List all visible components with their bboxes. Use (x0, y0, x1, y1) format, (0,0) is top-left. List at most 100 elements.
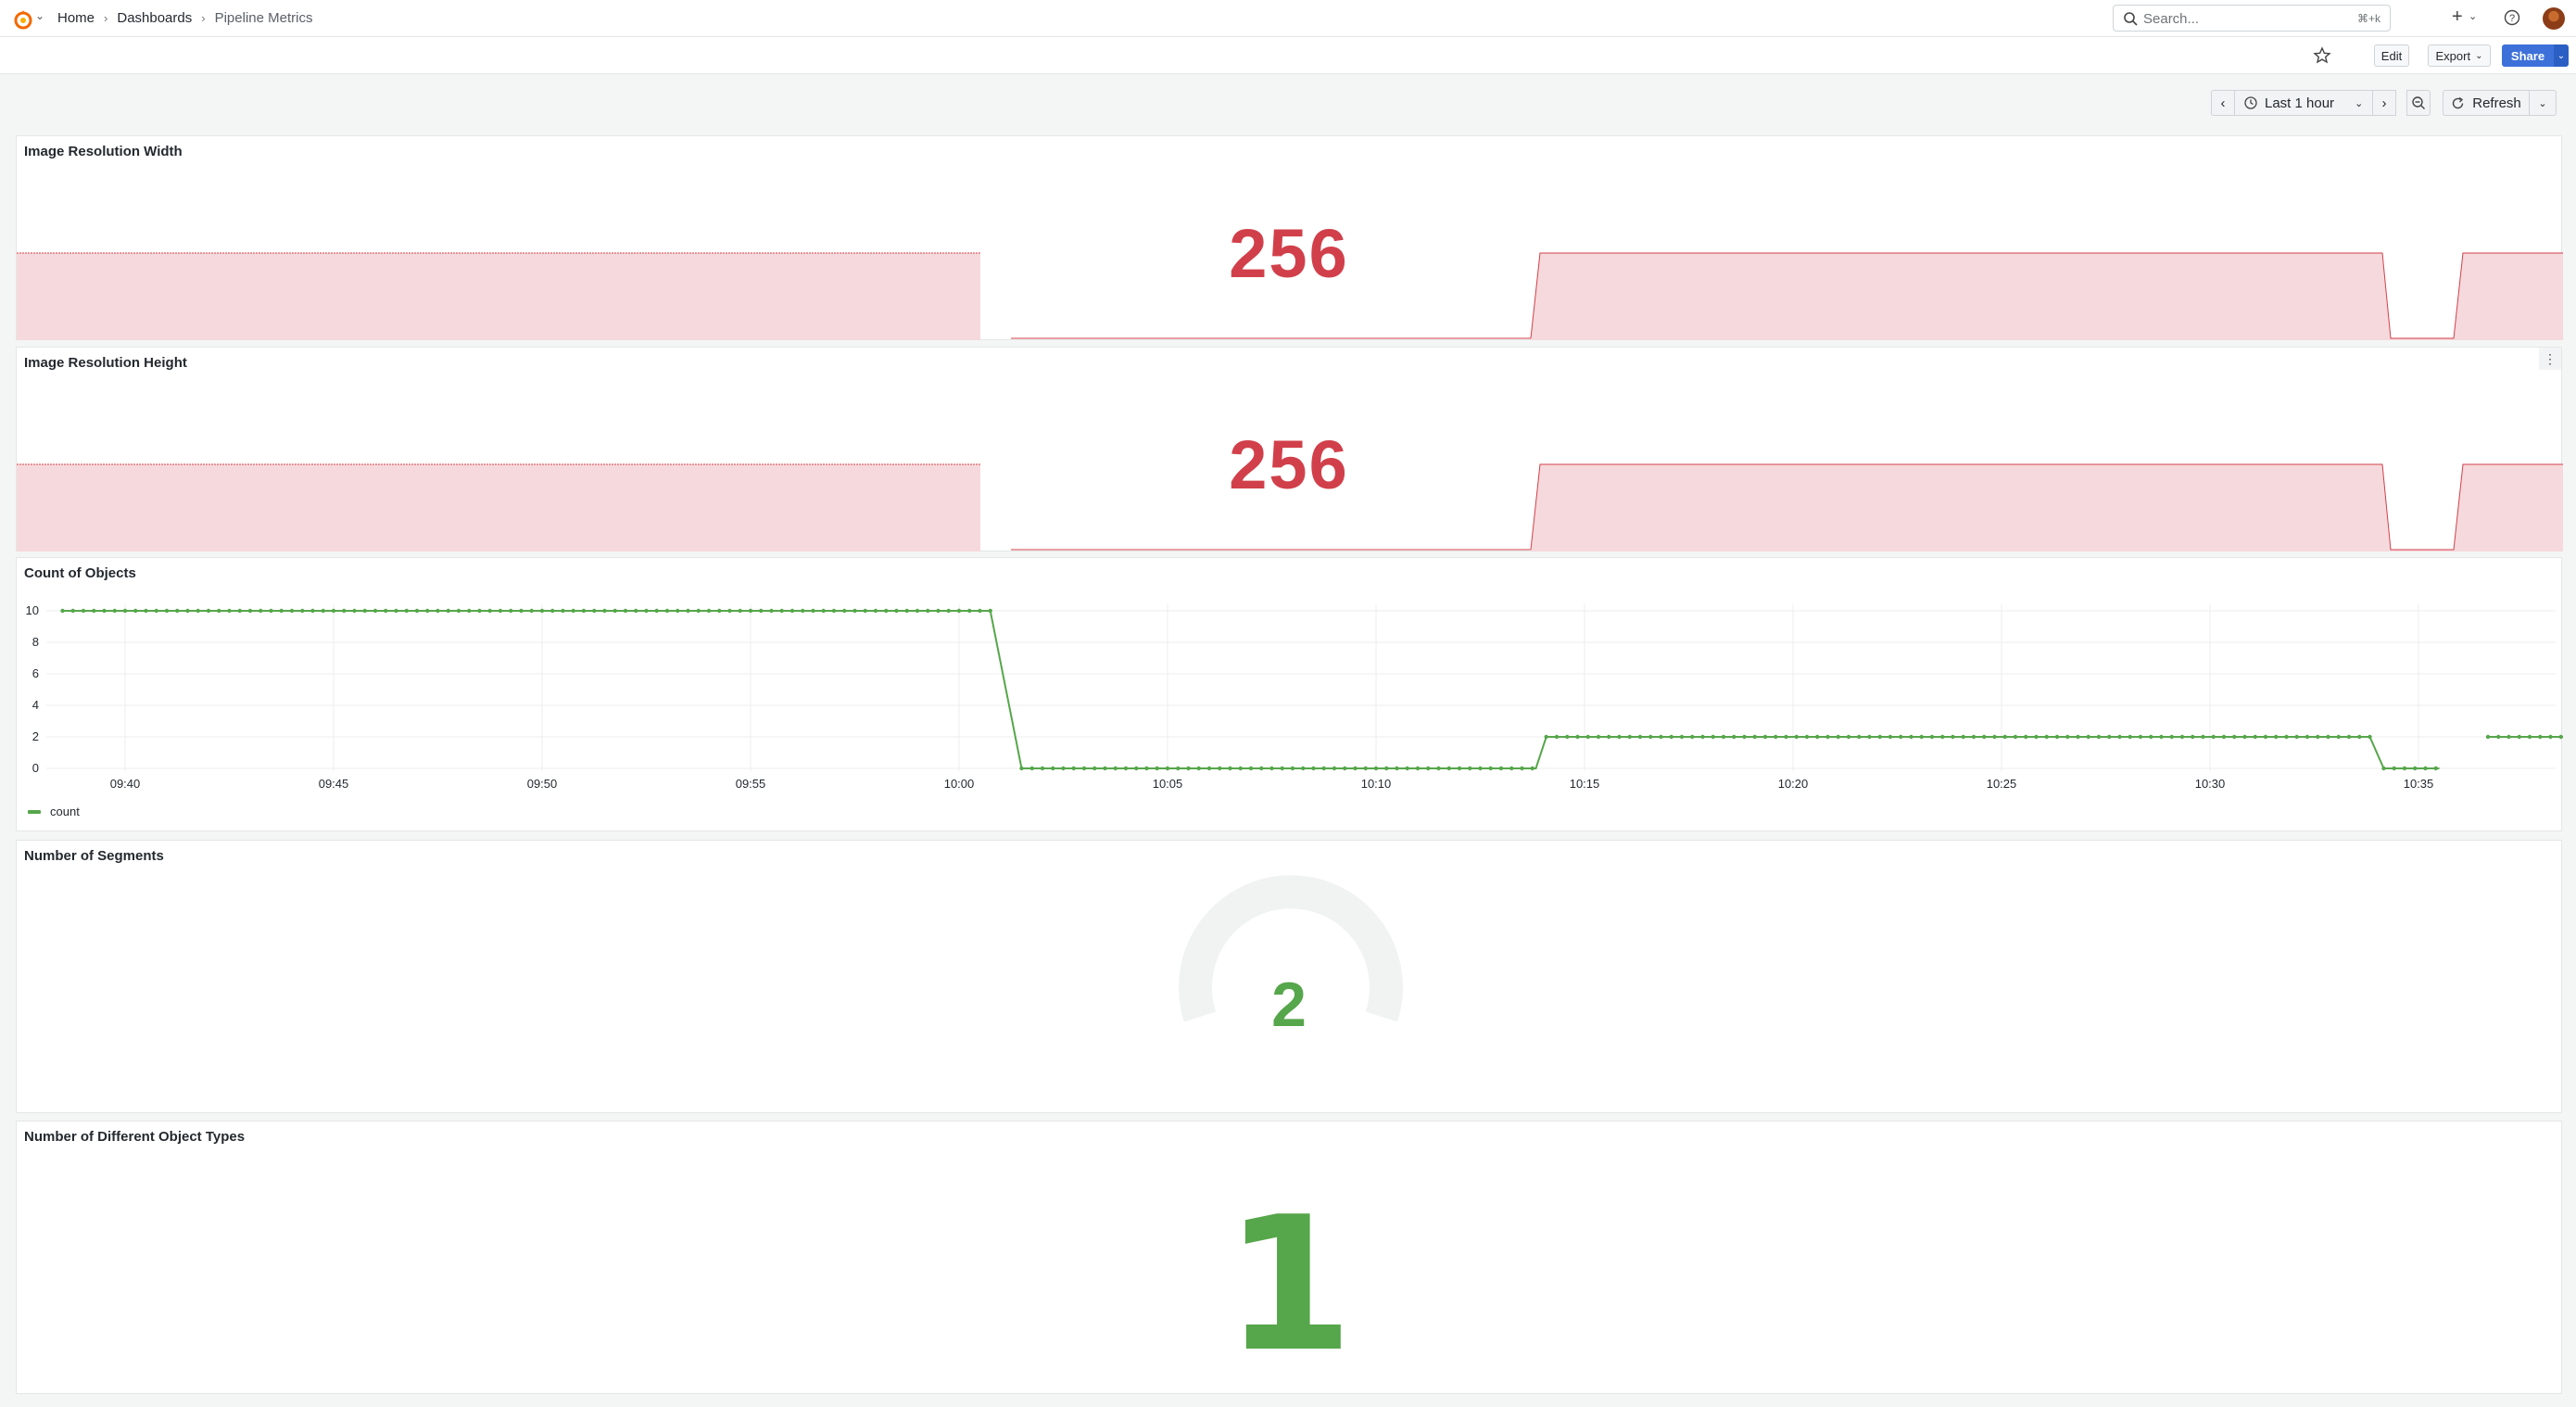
data-point (561, 608, 565, 614)
data-point (1659, 734, 1663, 740)
panel-image-resolution-height[interactable]: Image Resolution Height 256 ⋮ (16, 347, 2563, 551)
data-point (1343, 766, 1347, 771)
data-point (2381, 766, 2386, 771)
plus-icon[interactable]: + (2452, 7, 2463, 26)
search-input[interactable] (2141, 9, 2340, 29)
data-point (509, 608, 513, 614)
data-point (373, 608, 378, 614)
stat-value: 256 (1229, 426, 1349, 503)
data-point (571, 608, 575, 614)
search-shortcut: ⌘+k (2356, 12, 2380, 25)
panel-menu-icon[interactable]: ⋮ (2539, 348, 2561, 370)
data-point (269, 608, 273, 614)
data-point (1051, 766, 1055, 771)
grafana-logo-icon[interactable] (11, 7, 35, 32)
data-point (2191, 734, 2195, 740)
data-point (436, 608, 440, 614)
data-point (2253, 734, 2257, 740)
star-icon[interactable] (2313, 46, 2331, 65)
panel-number-of-different-object-types[interactable]: Number of Different Object Types 1 (16, 1121, 2562, 1394)
data-point (1248, 766, 1254, 771)
chevron-right-icon: › (2381, 95, 2387, 111)
x-tick-label: 10:15 (1570, 777, 1600, 791)
data-point (1846, 734, 1851, 740)
data-point (738, 608, 742, 614)
help-icon[interactable]: ? (2504, 9, 2520, 26)
data-point (259, 608, 263, 614)
data-point (2149, 734, 2153, 740)
data-point (2305, 734, 2310, 740)
data-point (477, 608, 482, 614)
data-point (602, 608, 607, 614)
data-point (821, 608, 826, 614)
search-box[interactable]: ⌘+k (2113, 5, 2391, 32)
data-point (1019, 766, 1024, 771)
x-tick-label: 10:05 (1153, 777, 1183, 791)
data-point (623, 608, 628, 614)
edit-button[interactable]: Edit (2374, 44, 2409, 67)
data-point (1436, 766, 1441, 771)
data-point (112, 608, 117, 614)
share-button[interactable]: Share (2502, 44, 2554, 67)
data-point (801, 608, 805, 614)
panel-number-of-segments[interactable]: Number of Segments 2 (16, 840, 2562, 1113)
data-point (394, 608, 398, 614)
refresh-button[interactable]: Refresh (2443, 90, 2530, 116)
data-point (1971, 734, 1976, 740)
data-point (884, 608, 889, 614)
data-point (1509, 766, 1514, 771)
panel-count-of-objects[interactable]: Count of Objects 09:40 09:45 09:50 09:55 10:… (16, 557, 2563, 831)
data-point (1721, 734, 1726, 740)
data-point (727, 608, 732, 614)
data-point (1332, 766, 1337, 771)
data-point (1679, 734, 1685, 740)
data-point (1836, 734, 1840, 740)
data-point (1113, 766, 1118, 771)
refresh-interval-button[interactable]: ⌄ (2529, 90, 2557, 116)
stat-value: 256 (1229, 215, 1349, 292)
x-tick-label: 09:40 (110, 777, 141, 791)
time-forward-button[interactable]: › (2372, 90, 2396, 116)
data-point (1206, 766, 1212, 771)
data-point (1321, 766, 1326, 771)
zoom-out-button[interactable] (2406, 90, 2431, 116)
chevron-down-icon[interactable]: ⌄ (2469, 10, 2477, 22)
data-point (1909, 734, 1913, 740)
chevron-down-icon[interactable]: ⌄ (35, 9, 44, 22)
data-point (1784, 734, 1788, 740)
data-point (2527, 734, 2532, 740)
data-point (1238, 766, 1243, 771)
data-point (185, 608, 190, 614)
data-point (1186, 766, 1191, 771)
time-range-picker[interactable]: Last 1 hour ⌄ (2234, 90, 2373, 116)
data-point (1165, 766, 1170, 771)
data-point (2316, 734, 2320, 740)
breadcrumb-dashboards[interactable]: Dashboards (117, 10, 192, 26)
data-point (1103, 766, 1107, 771)
data-point (956, 608, 962, 614)
data-point (206, 608, 211, 614)
data-point (759, 608, 764, 614)
share-dropdown-button[interactable]: ⌄ (2554, 44, 2569, 67)
data-point (2346, 734, 2352, 740)
data-point (894, 608, 899, 614)
data-point (352, 608, 357, 614)
panel-image-resolution-width[interactable]: Image Resolution Width 256 (16, 135, 2563, 340)
chart-legend[interactable]: count (28, 805, 80, 818)
data-point (1825, 734, 1830, 740)
series-line-count (62, 610, 2563, 769)
data-point (331, 608, 336, 614)
breadcrumb-home[interactable]: Home (57, 10, 95, 26)
data-point (863, 608, 867, 614)
breadcrumb-current: Pipeline Metrics (214, 10, 313, 26)
data-point (539, 608, 545, 614)
export-button[interactable]: Export ⌄ (2428, 44, 2491, 67)
data-point (122, 608, 128, 614)
data-point (1982, 734, 1987, 740)
data-point (831, 608, 837, 614)
data-point (550, 608, 555, 614)
data-point (237, 608, 242, 614)
avatar[interactable] (2543, 7, 2565, 30)
data-point (1123, 766, 1129, 771)
time-back-button[interactable]: ‹ (2211, 90, 2235, 116)
